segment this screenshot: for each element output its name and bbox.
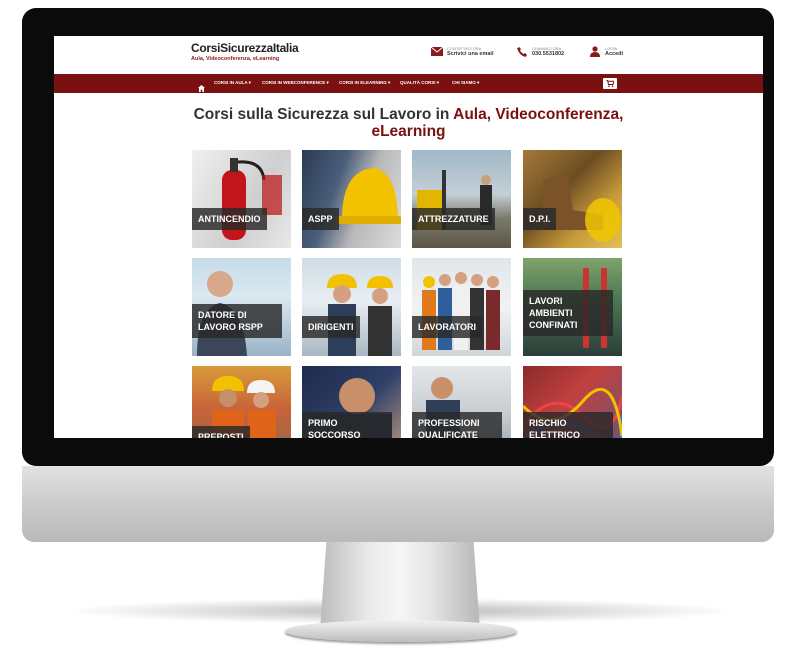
course-tile-lavori-ambienti-confinati[interactable]: LAVORI AMBIENTI CONFINATI	[523, 258, 622, 356]
logo-tagline: Aula, Videoconferenza, eLearning	[191, 56, 280, 62]
course-tile-preposti[interactable]: PREPOSTI	[192, 366, 291, 438]
nav-corsi-aula[interactable]: CORSI IN AULA ▾	[214, 80, 251, 86]
monitor-stand	[320, 542, 480, 630]
tile-label: DIRIGENTI	[302, 316, 360, 338]
title-prefix: Corsi sulla Sicurezza sul Lavoro in	[193, 106, 454, 123]
nav-chi-siamo[interactable]: CHI SIAMO ▾	[452, 80, 479, 86]
page-title: Corsi sulla Sicurezza sul Lavoro in Aula…	[54, 106, 763, 140]
main-nav: CORSI IN AULA ▾ CORSI IN WEBCONFERENCE ▾…	[54, 74, 763, 93]
course-tile-attrezzature[interactable]: ATTREZZATURE	[412, 150, 511, 248]
workers-group-image	[422, 272, 500, 350]
nav-corsi-elearning[interactable]: CORSI IN ELEARNING ▾	[339, 80, 390, 86]
tile-label: LAVORI AMBIENTI CONFINATI	[523, 290, 613, 336]
tile-label: D.P.I.	[523, 208, 557, 230]
tile-label: ASPP	[302, 208, 339, 230]
nav-corsi-webconference[interactable]: CORSI IN WEBCONFERENCE ▾	[262, 80, 329, 86]
hard-hat-image	[336, 168, 401, 224]
title-highlight-2: eLearning	[371, 123, 446, 140]
safety-boots-image	[543, 175, 621, 242]
user-icon	[589, 46, 601, 57]
forklift-image	[417, 170, 492, 230]
course-tile-dpi[interactable]: D.P.I.	[523, 150, 622, 248]
phone-icon	[516, 46, 528, 57]
contact-phone[interactable]: CHIAMACI ORA 030.5531802	[516, 46, 564, 57]
tile-label: PROFESSIONI QUALIFICATE	[412, 412, 502, 438]
contact-email-text: Scrivici una email	[447, 51, 494, 57]
course-tile-rischio-elettrico[interactable]: RISCHIO ELETTRICO	[523, 366, 622, 438]
tile-label: PRIMO SOCCORSO	[302, 412, 392, 438]
course-tile-datore-lavoro-rspp[interactable]: DATORE DI LAVORO RSPP	[192, 258, 291, 356]
title-highlight-1: Aula, Videoconferenza,	[453, 106, 624, 123]
course-tile-dirigenti[interactable]: DIRIGENTI	[302, 258, 401, 356]
cart-icon	[606, 80, 614, 87]
site-header: CorsiSicurezzaItalia Aula, Videoconferen…	[54, 36, 763, 72]
tile-label: LAVORATORI	[412, 316, 482, 338]
tile-label: ANTINCENDIO	[192, 208, 267, 230]
tile-label: ATTREZZATURE	[412, 208, 495, 230]
login-link[interactable]: LOGIN Accedi	[589, 46, 623, 57]
monitor-base	[285, 620, 517, 642]
fire-extinguisher-image	[222, 158, 282, 240]
monitor-chin	[22, 466, 774, 542]
course-tile-primo-soccorso[interactable]: PRIMO SOCCORSO	[302, 366, 401, 438]
logo-name: CorsiSicurezzaItalia	[191, 41, 299, 55]
site-logo[interactable]: CorsiSicurezzaItalia Aula, Videoconferen…	[191, 41, 299, 62]
cart-button[interactable]	[603, 78, 617, 89]
tile-label: RISCHIO ELETTRICO	[523, 412, 613, 438]
screen: CorsiSicurezzaItalia Aula, Videoconferen…	[54, 36, 763, 438]
course-tile-professioni-qualificate[interactable]: PROFESSIONI QUALIFICATE	[412, 366, 511, 438]
managers-image	[327, 274, 393, 356]
tile-label: DATORE DI LAVORO RSPP	[192, 304, 282, 338]
course-tile-aspp[interactable]: ASPP	[302, 150, 401, 248]
login-text: Accedi	[605, 51, 624, 57]
contact-email[interactable]: CONTATTACI ORA Scrivici una email	[431, 46, 493, 57]
course-tile-antincendio[interactable]: ANTINCENDIO	[192, 150, 291, 248]
course-tile-lavoratori[interactable]: LAVORATORI	[412, 258, 511, 356]
home-icon[interactable]	[198, 79, 205, 92]
envelope-icon	[431, 47, 443, 57]
nav-qualita-corsi[interactable]: QUALITÀ CORSI ▾	[400, 80, 439, 86]
tile-label: PREPOSTI	[192, 426, 250, 438]
contact-phone-number: 030.5531802	[532, 51, 565, 57]
